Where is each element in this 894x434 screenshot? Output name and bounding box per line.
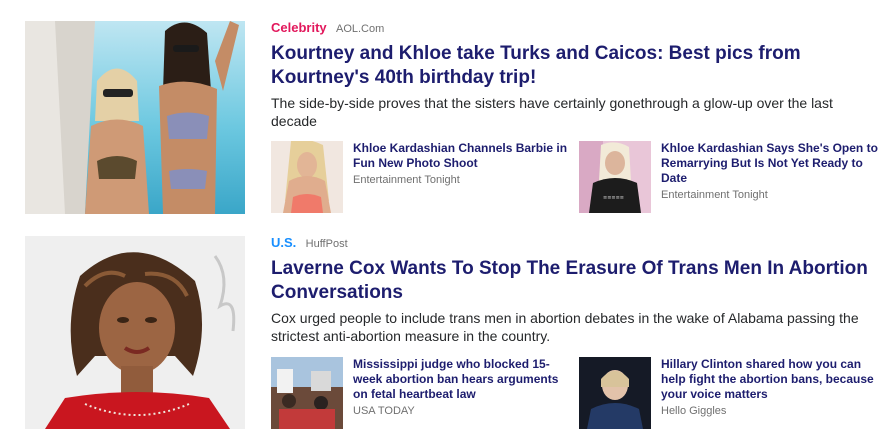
story-summary: The side-by-side proves that the sisters… (271, 95, 833, 129)
related-headline[interactable]: Mississippi judge who blocked 15-week ab… (353, 357, 571, 402)
related-story[interactable]: Khloe Kardashian Channels Barbie in Fun … (271, 141, 571, 215)
story-headline[interactable]: Kourtney and Khloe take Turks and Caicos… (271, 42, 882, 90)
story-source: HuffPost (305, 238, 348, 250)
related-source: Entertainment Tonight (661, 189, 768, 201)
related-thumbnail[interactable]: ≡≡≡≡≡ (579, 141, 651, 213)
story-meta: U.S. HuffPost (271, 236, 882, 251)
story-content: U.S. HuffPost Laverne Cox Wants To Stop … (271, 236, 882, 345)
story-summary: Cox urged people to include trans men in… (271, 310, 859, 344)
story-card: Celebrity AOL.Com Kourtney and Khloe tak… (0, 0, 894, 230)
category-link[interactable]: U.S. (271, 235, 296, 250)
related-headline[interactable]: Khloe Kardashian Says She's Open to Rema… (661, 141, 879, 186)
related-story[interactable]: Hillary Clinton shared how you can help … (579, 357, 879, 431)
category-link[interactable]: Celebrity (271, 20, 327, 35)
related-story[interactable]: Mississippi judge who blocked 15-week ab… (271, 357, 571, 431)
related-source: USA TODAY (353, 405, 415, 417)
related-thumbnail[interactable] (271, 141, 343, 213)
story-image[interactable] (25, 21, 245, 214)
story-headline[interactable]: Laverne Cox Wants To Stop The Erasure Of… (271, 257, 882, 305)
svg-text:≡≡≡≡≡: ≡≡≡≡≡ (603, 195, 624, 201)
story-card: U.S. HuffPost Laverne Cox Wants To Stop … (0, 230, 894, 434)
story-meta: Celebrity AOL.Com (271, 21, 882, 36)
related-thumbnail[interactable] (579, 357, 651, 429)
related-source: Hello Giggles (661, 405, 727, 417)
related-story[interactable]: ≡≡≡≡≡ Khloe Kardashian Says She's Open t… (579, 141, 879, 215)
related-headline[interactable]: Hillary Clinton shared how you can help … (661, 357, 879, 402)
related-source: Entertainment Tonight (353, 174, 460, 186)
story-source: AOL.Com (335, 23, 385, 35)
related-thumbnail[interactable] (271, 357, 343, 429)
story-content: Celebrity AOL.Com Kourtney and Khloe tak… (271, 21, 882, 130)
related-headline[interactable]: Khloe Kardashian Channels Barbie in Fun … (353, 141, 571, 171)
story-image[interactable] (25, 236, 245, 429)
